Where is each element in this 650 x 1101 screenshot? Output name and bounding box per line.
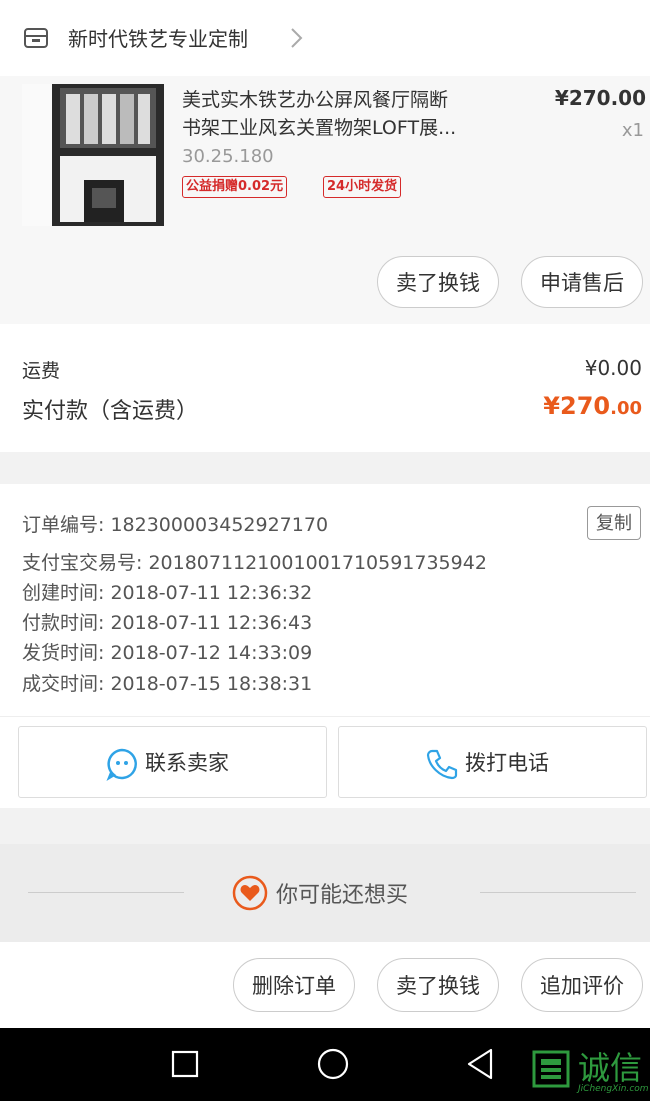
contact-seller-label: 联系卖家 [145,751,229,775]
shipping-24h-tag: 24小时发货 [323,176,402,198]
product-title[interactable]: 美式实木铁艺办公屏风餐厅隔断 书架工业风玄关置物架LOFT展... [182,86,522,142]
chat-icon [106,748,137,781]
paid-amount: ¥270.00 [543,392,642,420]
paid-cents: .00 [610,398,642,419]
watermark-logo-icon [532,1050,570,1088]
heart-icon [232,875,268,911]
product-sku: 30.25.180 [182,146,274,167]
shipping-value: ¥0.00 [584,356,642,380]
recents-icon[interactable] [170,1049,200,1079]
divider [28,892,184,893]
paid-time: 付款时间: 2018-07-11 12:36:43 [22,612,313,634]
shipped-time: 发货时间: 2018-07-12 14:33:09 [22,642,313,664]
created-time: 创建时间: 2018-07-11 12:36:32 [22,582,313,604]
add-review-button[interactable]: 追加评价 [521,958,643,1012]
store-name[interactable]: 新时代铁艺专业定制 [68,24,248,54]
product-price: ¥270.00 [554,86,646,110]
product-thumbnail[interactable] [22,84,164,226]
product-quantity: x1 [621,120,644,141]
shipping-label: 运费 [22,360,61,382]
watermark-text: 诚信 [578,1049,643,1087]
resell-button[interactable]: 卖了换钱 [377,256,499,308]
call-phone-label: 拨打电话 [465,751,549,775]
completed-time: 成交时间: 2018-07-15 18:38:31 [22,673,313,695]
chevron-right-icon[interactable] [288,24,306,52]
fees-section [0,324,650,452]
product-title-line: 书架工业风玄关置物架LOFT展... [182,117,457,139]
copy-button[interactable]: 复制 [587,506,641,540]
delete-order-button[interactable]: 删除订单 [233,958,355,1012]
charity-tag: 公益捐赠0.02元 [182,176,288,198]
watermark-subtext: JiChengXin.com [578,1084,649,1094]
back-icon[interactable] [464,1046,496,1082]
phone-icon [426,749,458,780]
store-icon [24,28,48,48]
home-icon[interactable] [315,1046,351,1082]
paid-currency: ¥ [543,392,560,420]
after-sale-button[interactable]: 申请售后 [521,256,643,308]
resell-button-bottom[interactable]: 卖了换钱 [377,958,499,1012]
recommend-label: 你可能还想买 [276,883,409,908]
paid-label: 实付款（含运费） [22,399,199,424]
contact-seller-button[interactable]: 联系卖家 [18,726,327,798]
product-title-line: 美式实木铁艺办公屏风餐厅隔断 [182,89,449,111]
order-number: 订单编号: 182300003452927170 [22,514,329,536]
divider [480,892,636,893]
alipay-trade-number: 支付宝交易号: 2018071121001001710591735942 [22,552,487,574]
call-phone-button[interactable]: 拨打电话 [338,726,647,798]
paid-integer: 270 [560,392,611,420]
